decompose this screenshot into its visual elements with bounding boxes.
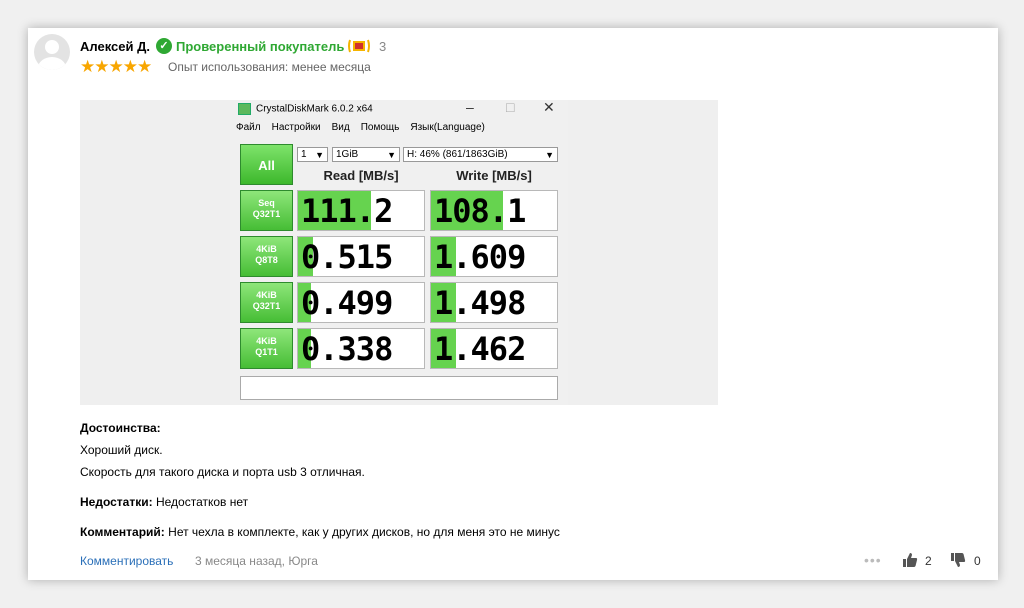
write-value: 1.498: [434, 284, 526, 322]
cons-row: Недостатки: Недостатков нет: [80, 495, 248, 509]
read-value: 0.499: [301, 284, 393, 322]
write-header: Write [MB/s]: [456, 168, 532, 183]
menu-settings: Настройки: [271, 122, 321, 133]
row-label-top: Seq: [258, 198, 275, 208]
window-title-text: CrystalDiskMark 6.0.2 x64: [256, 103, 373, 115]
chevron-down-icon: ▼: [315, 150, 324, 160]
more-icon[interactable]: •••: [864, 552, 882, 568]
medal-count: 3: [379, 39, 387, 54]
write-value: 1.609: [434, 238, 526, 276]
comment-title: Комментарий:: [80, 525, 165, 539]
usage-experience: Опыт использования: менее месяца: [168, 60, 371, 74]
pros-line: Хороший диск.: [80, 443, 163, 457]
dislikes-count: 0: [974, 554, 981, 568]
write-value: 108.1: [434, 192, 526, 230]
write-value-cell: 1.498: [430, 282, 558, 323]
minimize-icon: –: [466, 99, 474, 115]
size-select-value: 1GiB: [336, 149, 359, 160]
maximize-icon: □: [506, 99, 515, 115]
4kib-q8t8-button: 4KiB Q8T8: [240, 236, 293, 277]
review-card: Алексей Д. ✓ Проверенный покупатель 3 ★★…: [28, 28, 998, 580]
row-label-top: 4KiB: [256, 336, 277, 346]
verified-label: Проверенный покупатель: [176, 39, 345, 54]
4kib-q32t1-button: 4KiB Q32T1: [240, 282, 293, 323]
review-photo[interactable]: CrystalDiskMark 6.0.2 x64 – □ ✕ Файл Наст…: [80, 99, 718, 405]
cons-text: Недостатков нет: [155, 495, 249, 509]
menu-file: Файл: [236, 122, 261, 133]
thumb-up-icon[interactable]: [902, 552, 918, 568]
write-value-cell: 1.609: [430, 236, 558, 277]
chevron-down-icon: ▼: [387, 150, 396, 160]
read-value: 0.338: [301, 330, 393, 368]
avatar[interactable]: [34, 34, 70, 70]
window-title: CrystalDiskMark 6.0.2 x64: [238, 103, 373, 115]
row-label-bottom: Q1T1: [255, 347, 278, 357]
user-body-icon: [38, 57, 66, 70]
verified-check-icon: ✓: [156, 38, 172, 54]
read-value: 111.2: [301, 192, 393, 230]
all-button: All: [240, 144, 293, 185]
read-value-cell: 111.2: [297, 190, 425, 231]
author-name[interactable]: Алексей Д.: [80, 39, 150, 54]
comment-row: Комментарий: Нет чехла в комплекте, как …: [80, 525, 560, 539]
read-header: Read [MB/s]: [323, 168, 399, 183]
comment-link[interactable]: Комментировать: [80, 554, 173, 568]
row-label-bottom: Q8T8: [255, 255, 278, 265]
review-meta: 3 месяца назад, Юрга: [195, 554, 318, 568]
cons-title: Недостатки:: [80, 495, 153, 509]
seq-q32t1-button: Seq Q32T1: [240, 190, 293, 231]
menu-bar: Файл Настройки Вид Помощь Язык(Language): [236, 122, 496, 133]
row-label-top: 4KiB: [256, 290, 277, 300]
4kib-q1t1-button: 4KiB Q1T1: [240, 328, 293, 369]
read-value-cell: 0.338: [297, 328, 425, 369]
app-icon: [238, 103, 251, 115]
comment-text: Нет чехла в комплекте, как у других диск…: [168, 525, 560, 539]
comment-field: [240, 376, 558, 400]
write-value: 1.462: [434, 330, 526, 368]
count-select-value: 1: [301, 149, 307, 160]
chevron-down-icon: ▼: [545, 150, 554, 160]
close-icon: ✕: [543, 99, 555, 115]
thumb-down-icon[interactable]: [950, 552, 966, 568]
read-value-cell: 0.515: [297, 236, 425, 277]
likes-count: 2: [925, 554, 932, 568]
star-rating: ★★★★★: [80, 57, 152, 76]
crystaldiskmark-window: CrystalDiskMark 6.0.2 x64 – □ ✕ Файл Наст…: [230, 99, 568, 405]
drive-select-value: H: 46% (861/1863GiB): [407, 149, 508, 160]
pros-line: Скорость для такого диска и порта usb 3 …: [80, 465, 365, 479]
read-value: 0.515: [301, 238, 393, 276]
size-select: 1GiB ▼: [332, 147, 400, 162]
drive-select: H: 46% (861/1863GiB) ▼: [403, 147, 558, 162]
user-head-icon: [45, 40, 59, 54]
menu-help: Помощь: [360, 122, 400, 133]
medal-icon[interactable]: [347, 37, 371, 55]
menu-language: Язык(Language): [410, 122, 485, 133]
pros-title: Достоинства:: [80, 421, 161, 435]
row-label-bottom: Q32T1: [252, 209, 281, 219]
row-label-bottom: Q32T1: [252, 301, 281, 311]
count-select: 1 ▼: [297, 147, 328, 162]
menu-view: Вид: [331, 122, 350, 133]
write-value-cell: 1.462: [430, 328, 558, 369]
row-label-top: 4KiB: [256, 244, 277, 254]
read-value-cell: 0.499: [297, 282, 425, 323]
write-value-cell: 108.1: [430, 190, 558, 231]
